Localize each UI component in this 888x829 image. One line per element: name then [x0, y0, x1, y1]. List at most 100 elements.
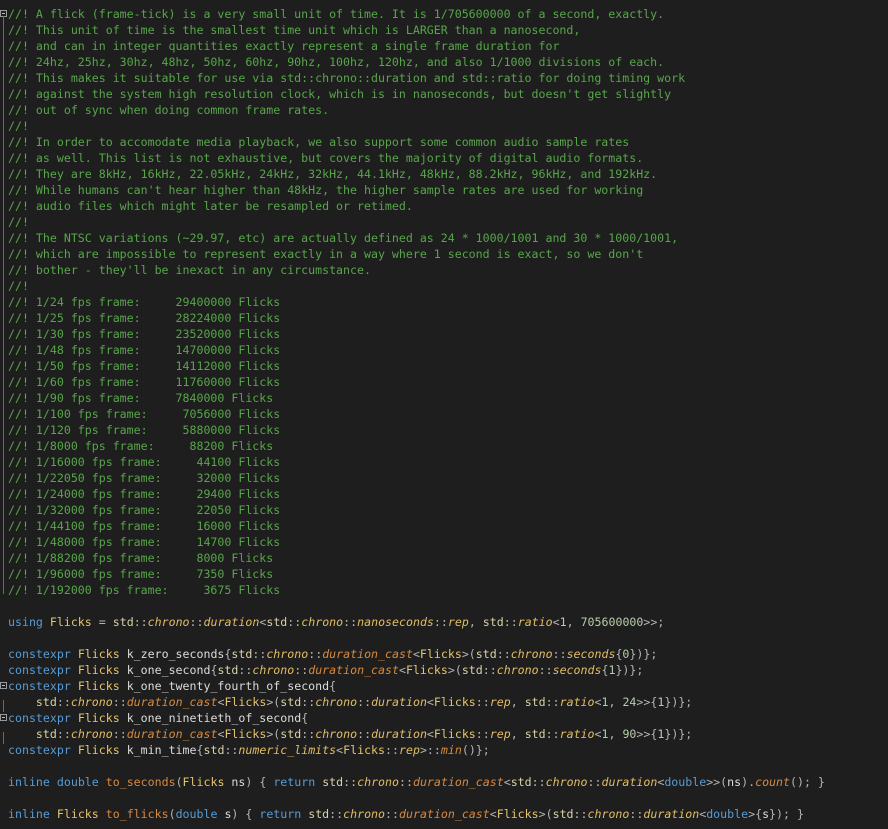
code-line[interactable]: //! 1/22050 fps frame: 32000 Flicks	[0, 470, 888, 486]
code-line[interactable]: //! as well. This list is not exhaustive…	[0, 150, 888, 166]
code-token: >{	[748, 807, 763, 821]
code-token: ::	[56, 727, 71, 741]
code-token: (); }	[790, 775, 825, 789]
code-token: ::	[329, 807, 344, 821]
code-token: inline	[8, 775, 50, 789]
code-token: k_one_second	[126, 663, 211, 677]
code-line[interactable]: //! The NTSC variations (~29.97, etc) ar…	[0, 230, 888, 246]
doc-comment: //! 1/8000 fps frame: 88200 Flicks	[8, 439, 274, 453]
fold-collapse-icon[interactable]	[0, 682, 7, 689]
code-line[interactable]: constexpr Flicks k_one_second{std::chron…	[0, 662, 888, 678]
code-line[interactable]: //! This unit of time is the smallest ti…	[0, 22, 888, 38]
code-token: Flicks	[77, 711, 120, 725]
code-line[interactable]: //! 1/24000 fps frame: 29400 Flicks	[0, 486, 888, 502]
code-token: double	[175, 807, 218, 821]
code-line[interactable]: //! 1/30 fps frame: 23520000 Flicks	[0, 326, 888, 342]
code-line[interactable]: inline Flicks to_flicks(double s) { retu…	[0, 806, 888, 822]
code-line[interactable]: //! 1/8000 fps frame: 88200 Flicks	[0, 438, 888, 454]
code-token: <	[552, 615, 560, 629]
code-line[interactable]: //! against the system high resolution c…	[0, 86, 888, 102]
code-line[interactable]: //! 24hz, 25hz, 30hz, 48hz, 50hz, 60hz, …	[0, 54, 888, 70]
code-line[interactable]: constexpr Flicks k_min_time{std::numeric…	[0, 742, 888, 758]
code-token: ()};	[461, 743, 490, 757]
code-token: inline	[8, 807, 50, 821]
code-line[interactable]: constexpr Flicks k_one_ninetieth_of_seco…	[0, 710, 888, 726]
code-line[interactable]	[0, 758, 888, 774]
code-token: (	[175, 775, 183, 789]
code-line[interactable]: //! 1/90 fps frame: 7840000 Flicks	[0, 390, 888, 406]
fold-guide	[3, 732, 4, 744]
code-line[interactable]: //! 1/100 fps frame: 7056000 Flicks	[0, 406, 888, 422]
code-token: ::	[545, 695, 560, 709]
code-line[interactable]: std::chrono::duration_cast<Flicks>(std::…	[0, 694, 888, 710]
code-line[interactable]: //! which are impossible to represent ex…	[0, 246, 888, 262]
code-token: ::	[587, 775, 602, 789]
doc-comment: //! 1/120 fps frame: 5880000 Flicks	[8, 423, 281, 437]
doc-comment: //! out of sync when doing common frame …	[8, 103, 330, 117]
code-token: ratio	[559, 727, 595, 741]
doc-comment: //! 1/90 fps frame: 7840000 Flicks	[8, 391, 274, 405]
code-token: ::	[308, 647, 323, 661]
doc-comment: //! as well. This list is not exhaustive…	[8, 151, 644, 165]
code-line[interactable]: //! bother - they'll be inexact in any c…	[0, 262, 888, 278]
code-token: std	[203, 743, 225, 757]
code-line[interactable]: //! out of sync when doing common frame …	[0, 102, 888, 118]
code-editor[interactable]: //! A flick (frame-tick) is a very small…	[0, 6, 888, 822]
code-line[interactable]: //! 1/32000 fps frame: 22050 Flicks	[0, 502, 888, 518]
code-token: ratio	[559, 695, 595, 709]
code-line[interactable]	[0, 790, 888, 806]
code-token: ,	[608, 695, 623, 709]
code-line[interactable]: //! 1/44100 fps frame: 16000 Flicks	[0, 518, 888, 534]
code-token: ::	[503, 615, 518, 629]
code-line[interactable]: constexpr Flicks k_zero_seconds{std::chr…	[0, 646, 888, 662]
code-line[interactable]: //! 1/50 fps frame: 14112000 Flicks	[0, 358, 888, 374]
doc-comment: //! This makes it suitable for use via s…	[8, 71, 686, 85]
code-line[interactable]: //! 1/24 fps frame: 29400000 Flicks	[0, 294, 888, 310]
code-token: ::	[357, 695, 372, 709]
code-line[interactable]: //!	[0, 214, 888, 230]
doc-comment: //! audio files which might later be res…	[8, 199, 413, 213]
code-token: ns	[231, 775, 246, 789]
code-line[interactable]: //! and can in integer quantities exactl…	[0, 38, 888, 54]
code-line[interactable]: constexpr Flicks k_one_twenty_fourth_of_…	[0, 678, 888, 694]
code-token: chrono	[147, 615, 190, 629]
code-line[interactable]: //! This makes it suitable for use via s…	[0, 70, 888, 86]
code-line[interactable]: //! 1/88200 fps frame: 8000 Flicks	[0, 550, 888, 566]
fold-collapse-icon[interactable]	[0, 714, 7, 721]
code-line[interactable]: //! 1/192000 fps frame: 3675 Flicks	[0, 582, 888, 598]
code-line[interactable]: //! 1/48000 fps frame: 14700 Flicks	[0, 534, 888, 550]
code-line[interactable]: //!	[0, 278, 888, 294]
code-token: return	[273, 775, 316, 789]
code-line[interactable]: //! 1/48 fps frame: 14700000 Flicks	[0, 342, 888, 358]
code-line[interactable]	[0, 630, 888, 646]
code-line[interactable]: //! 1/120 fps frame: 5880000 Flicks	[0, 422, 888, 438]
code-token: double	[664, 775, 707, 789]
code-token: ::	[287, 615, 302, 629]
code-token: duration_cast	[126, 727, 218, 741]
code-line[interactable]: //! A flick (frame-tick) is a very small…	[0, 6, 888, 22]
code-token: Flicks	[182, 775, 225, 789]
doc-comment: //! 1/16000 fps frame: 44100 Flicks	[8, 455, 281, 469]
code-line[interactable]: //! audio files which might later be res…	[0, 198, 888, 214]
code-line[interactable]: //!	[0, 118, 888, 134]
code-line[interactable]: //! 1/16000 fps frame: 44100 Flicks	[0, 454, 888, 470]
code-line[interactable]: std::chrono::duration_cast<Flicks>(std::…	[0, 726, 888, 742]
code-line[interactable]: //! While humans can't hear higher than …	[0, 182, 888, 198]
code-line[interactable]	[0, 598, 888, 614]
code-token: ::	[475, 727, 490, 741]
code-line[interactable]: //! 1/60 fps frame: 11760000 Flicks	[0, 374, 888, 390]
code-token: Flicks	[419, 647, 462, 661]
doc-comment: //! 24hz, 25hz, 30hz, 48hz, 50hz, 60hz, …	[8, 55, 665, 69]
code-line[interactable]: //! They are 8kHz, 16kHz, 22.05kHz, 24kH…	[0, 166, 888, 182]
code-line[interactable]: using Flicks = std::chrono::duration < std…	[0, 614, 888, 630]
code-line[interactable]: //! 1/96000 fps frame: 7350 Flicks	[0, 566, 888, 582]
code-line[interactable]: inline double to_seconds(Flicks ns) { re…	[0, 774, 888, 790]
code-line[interactable]: //! 1/25 fps frame: 28224000 Flicks	[0, 310, 888, 326]
code-token: std	[524, 695, 546, 709]
code-token: ::	[224, 743, 239, 757]
code-line[interactable]: //! In order to accomodate media playbac…	[0, 134, 888, 150]
code-token: chrono	[315, 727, 358, 741]
